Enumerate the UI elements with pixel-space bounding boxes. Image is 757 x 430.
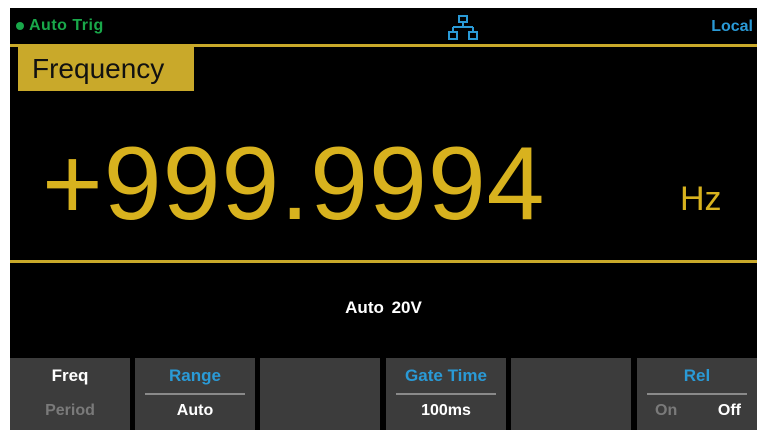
softkey-bar: Freq Period Range Auto Gate Time 100ms R…: [10, 358, 757, 430]
rel-on-option: On: [655, 402, 678, 419]
trigger-status-text: Auto Trig: [29, 17, 104, 34]
remote-local-status: Local: [711, 18, 753, 35]
instrument-screen: Auto Trig Local Frequency +999.9994 Hz A…: [10, 8, 757, 430]
status-dot-icon: [16, 22, 24, 30]
softkey-divider: [145, 393, 245, 395]
softkey-period-label: Period: [45, 402, 95, 419]
softkey-gate-time[interactable]: Gate Time 100ms: [386, 358, 506, 430]
reading-divider: [10, 260, 757, 263]
softkey-blank-5[interactable]: [511, 358, 631, 430]
range-info: Auto 20V: [345, 298, 422, 317]
softkey-range[interactable]: Range Auto: [135, 358, 255, 430]
softkey-rel-label: Rel: [683, 366, 711, 385]
softkey-gate-time-value: 100ms: [421, 402, 471, 419]
softkey-gate-time-label: Gate Time: [405, 366, 487, 385]
softkey-blank-3[interactable]: [260, 358, 380, 430]
lan-network-icon: [448, 15, 478, 40]
softkey-freq-period[interactable]: Freq Period: [10, 358, 130, 430]
measurement-function-label: Frequency: [18, 47, 194, 91]
status-bar: Auto Trig Local: [10, 8, 757, 44]
softkey-divider: [396, 393, 496, 395]
softkey-range-label: Range: [169, 366, 221, 385]
reading-unit: Hz: [680, 180, 722, 218]
softkey-freq-label: Freq: [51, 366, 89, 385]
softkey-divider: [647, 393, 747, 395]
softkey-rel[interactable]: Rel On Off: [637, 358, 757, 430]
softkey-range-value: Auto: [176, 402, 214, 419]
trigger-indicator: Auto Trig: [16, 17, 104, 35]
main-reading: +999.9994: [42, 126, 546, 242]
rel-off-option: Off: [717, 402, 741, 419]
